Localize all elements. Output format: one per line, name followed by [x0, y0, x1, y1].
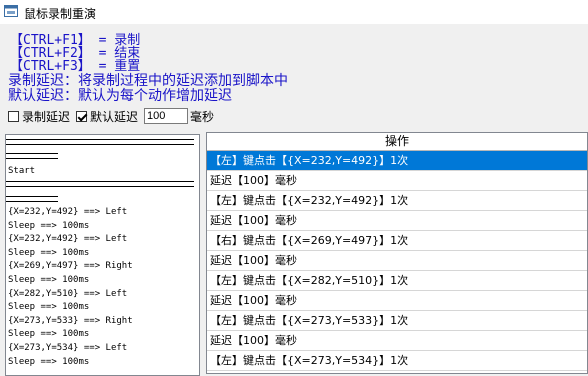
default-delay-checkbox[interactable] — [76, 110, 88, 122]
record-delay-checkbox[interactable] — [8, 110, 19, 122]
log-line: Sleep ==> 100ms — [8, 329, 90, 340]
log-separator — [6, 139, 194, 145]
default-delay-input[interactable] — [144, 108, 189, 124]
operation-row[interactable]: 【右】键点击【{X=269,Y=497}】1次 — [207, 231, 587, 251]
log-line: {X=269,Y=497} ==> Right — [8, 261, 133, 272]
log-separator — [6, 196, 58, 202]
log-line: Sleep ==> 100ms — [8, 220, 90, 231]
log-line: {X=282,Y=510} ==> Left — [8, 288, 128, 299]
operation-row[interactable]: 延迟【100】毫秒 — [207, 211, 587, 231]
recording-log-panel[interactable]: Start {X=232,Y=492} ==> Left Sleep ==> 10… — [5, 134, 200, 376]
operation-row[interactable]: 延迟【100】毫秒 — [207, 291, 587, 311]
operation-row[interactable]: 延迟【100】毫秒 — [207, 171, 587, 191]
operations-grid[interactable]: 操作 【左】键点击【{X=232,Y=492}】1次 延迟【100】毫秒 【左】键点… — [206, 132, 588, 374]
log-line: {X=273,Y=533} ==> Right — [8, 315, 133, 326]
options-row: 录制延迟 默认延迟 毫秒 — [8, 107, 214, 125]
record-delay-label[interactable]: 录制延迟 — [22, 108, 70, 125]
default-delay-label[interactable]: 默认延迟 — [90, 108, 138, 125]
operation-row[interactable]: 【左】键点击【{X=273,Y=533}】1次 — [207, 311, 587, 331]
operations-column-header[interactable]: 操作 — [207, 133, 587, 151]
log-separator — [6, 153, 58, 159]
milliseconds-label: 毫秒 — [190, 109, 215, 124]
log-line: {X=273,Y=534} ==> Left — [8, 343, 128, 353]
log-line: Sleep ==> 100ms — [8, 247, 90, 258]
operation-row[interactable]: 延迟【100】毫秒 — [207, 331, 587, 351]
log-start-line: Start — [8, 166, 36, 176]
title-bar: 鼠标录制重演 — [0, 0, 588, 24]
log-line: {X=232,Y=492} ==> Left — [8, 207, 128, 217]
log-line: Sleep ==> 100ms — [8, 275, 90, 285]
operation-row[interactable]: 【左】键点击【{X=232,Y=492}】1次 — [207, 191, 587, 211]
operation-row[interactable]: 【左】键点击【{X=232,Y=492}】1次 — [207, 151, 587, 171]
log-line: {X=232,Y=492} ==> Left — [8, 234, 128, 245]
default-delay-description: 默认延迟：默认为每个动作增加延迟 — [8, 88, 232, 104]
operation-row[interactable]: 延迟【100】毫秒 — [207, 251, 587, 271]
record-delay-description: 录制延迟：将录制过程中的延迟添加到脚本中 — [8, 73, 288, 89]
hotkey-reset: 【CTRL+F3】 = 重置 — [10, 59, 141, 74]
log-line: Sleep ==> 100ms — [8, 356, 90, 367]
operation-row[interactable]: 【左】键点击【{X=273,Y=534}】1次 — [207, 351, 587, 371]
log-line: Sleep ==> 100ms — [8, 302, 90, 313]
log-separator — [6, 181, 194, 187]
operation-row[interactable]: 【左】键点击【{X=282,Y=510}】1次 — [207, 271, 587, 291]
app-window-icon — [4, 5, 18, 17]
window-title: 鼠标录制重演 — [24, 7, 97, 21]
